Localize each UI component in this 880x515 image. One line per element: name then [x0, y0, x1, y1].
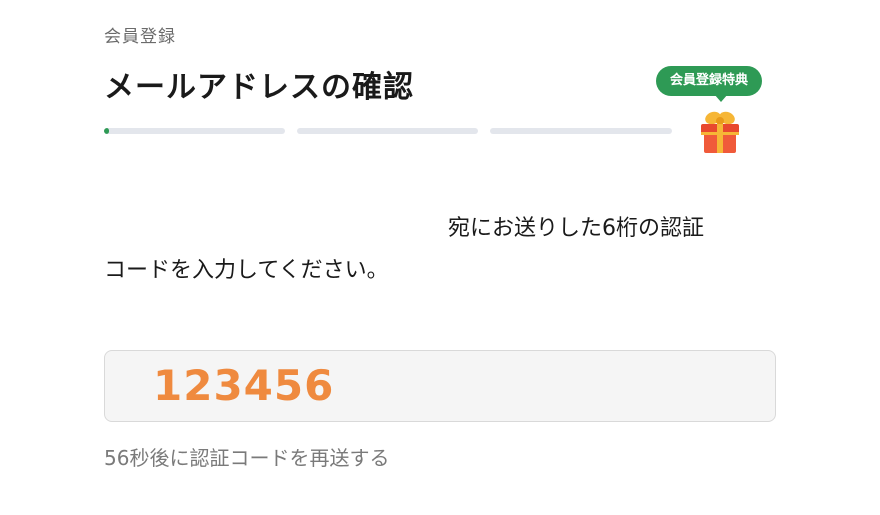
gift-icon: [701, 111, 739, 153]
progress-step-2: [297, 128, 478, 134]
progress-step-1: [104, 128, 285, 134]
page-title: メールアドレスの確認: [104, 70, 414, 105]
progress-step-3: [490, 128, 672, 134]
progress-step-1-fill: [104, 128, 109, 134]
verification-code-input[interactable]: 123456: [104, 350, 776, 422]
instruction-line-2: コードを入力してください。: [104, 258, 389, 283]
resend-code-text: 56秒後に認証コードを再送する: [104, 446, 390, 470]
badge-pointer: [714, 94, 728, 102]
breadcrumb: 会員登録: [104, 27, 176, 47]
verification-code-value: 123456: [153, 361, 335, 410]
instruction-text: 宛にお送りした6桁の認証 コードを入力してください。: [104, 208, 774, 292]
member-benefit-gift[interactable]: 会員登録特典: [656, 66, 782, 158]
progress-bar: [104, 128, 672, 134]
instruction-line-1: 宛にお送りした6桁の認証: [448, 216, 704, 241]
member-benefit-badge: 会員登録特典: [656, 66, 763, 96]
